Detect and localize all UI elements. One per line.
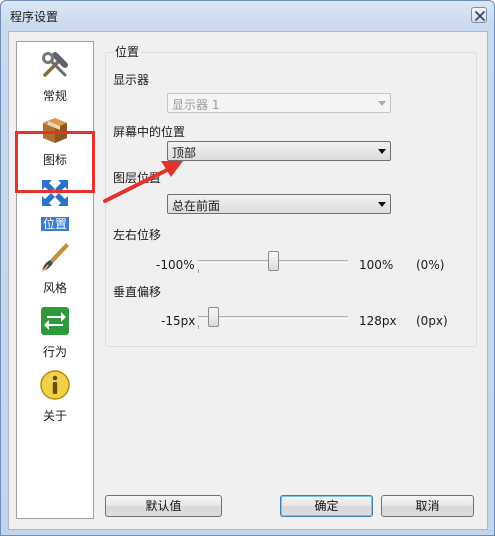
red-annotation-arrow (103, 161, 183, 203)
settings-window: 程序设置 常规 图标 位置 风格 行为 关于 位置 显示器 显示器 1 屏幕中的… (0, 0, 495, 536)
